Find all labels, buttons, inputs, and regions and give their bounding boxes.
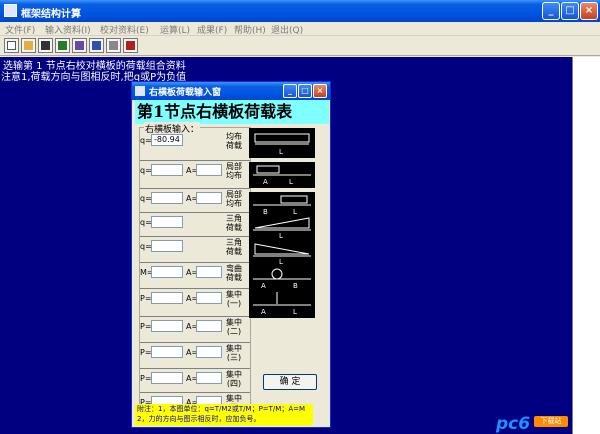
load-value-input[interactable] <box>151 240 183 252</box>
load-value-input[interactable] <box>151 292 183 304</box>
load-type-label: 三角 荷载 <box>226 238 242 256</box>
load-type-label: 集中 (一) <box>226 290 242 308</box>
menu-results[interactable]: 成果(F) <box>197 23 227 36</box>
load-field-label: q= <box>140 136 152 145</box>
load-type-label: 集中 (四) <box>226 370 242 388</box>
dialog-maximize-button[interactable]: □ <box>298 84 312 98</box>
svg-text:A: A <box>261 308 266 316</box>
row-divider <box>140 160 250 161</box>
load-type-label: 集中 (二) <box>226 318 242 336</box>
load-value-input[interactable] <box>151 266 183 278</box>
maximize-button[interactable]: □ <box>561 2 579 20</box>
row-divider <box>140 316 250 317</box>
load-value-input[interactable] <box>151 372 183 384</box>
load-type-label: 均布 荷载 <box>226 132 242 150</box>
minimize-button[interactable]: _ <box>542 2 560 20</box>
load-input-dialog: 右横板荷载输入窗 _ □ × 第1节点右横板荷载表 右横板输入： q= -80.9… <box>131 81 331 428</box>
app-title: 框架结构计算 <box>21 9 81 20</box>
load-type-label: 弯曲 荷载 <box>226 264 242 282</box>
point-load-diagram: AL <box>249 290 315 318</box>
svg-text:A: A <box>263 178 268 186</box>
distance-input[interactable] <box>196 320 222 332</box>
partial-load-diagram-1: AL <box>249 162 315 188</box>
svg-text:L: L <box>289 178 293 186</box>
load-field-label: q= <box>140 218 152 227</box>
distance-input[interactable] <box>196 192 222 204</box>
menu-bar: 文件(F) 输入资料(I) 校对资料(E) 运算(L) 成果(F) 帮助(H) … <box>0 22 600 36</box>
row-divider <box>140 368 250 369</box>
distance-input[interactable] <box>196 372 222 384</box>
arrow-icon[interactable] <box>55 38 70 53</box>
load-type-label: 局部 均布 <box>226 190 242 208</box>
menu-help[interactable]: 帮助(H) <box>234 23 266 36</box>
row-divider <box>140 392 250 393</box>
load-field-label: P= <box>140 322 152 331</box>
footnote: 附注：1，本图单位：q=T/M2或T/M；P=T/M；A=M 2，力的方向与图示… <box>135 404 313 426</box>
row-divider <box>140 236 250 237</box>
watermark-brand: pc6 <box>496 414 531 434</box>
triangle-load-diagram-2: L <box>249 240 315 266</box>
uniform-load-diagram: L <box>249 128 315 158</box>
svg-text:A: A <box>261 282 266 290</box>
menu-file[interactable]: 文件(F) <box>5 23 35 36</box>
table-heading: 第1节点右横板荷载表 <box>135 100 329 124</box>
row-divider <box>140 342 250 343</box>
grid-icon[interactable] <box>89 38 104 53</box>
load-value-input[interactable] <box>151 164 183 176</box>
footnote-line-1: 附注：1，本图单位：q=T/M2或T/M；P=T/M；A=M <box>137 405 306 413</box>
load-value-input[interactable]: -80.94 <box>151 134 183 146</box>
menu-check-data[interactable]: 校对资料(E) <box>100 23 149 36</box>
load-value-input[interactable] <box>151 346 183 358</box>
menu-input-data[interactable]: 输入资料(I) <box>45 23 91 36</box>
dialog-titlebar: 右横板荷载输入窗 _ □ × <box>132 82 330 100</box>
dialog-close-button[interactable]: × <box>313 84 327 98</box>
svg-text:L: L <box>279 232 283 240</box>
load-field-label: P= <box>140 348 152 357</box>
watermark-logo: pc6 下载站 <box>496 414 568 434</box>
load-type-label: 局部 均布 <box>226 162 242 180</box>
book-icon[interactable] <box>123 38 138 53</box>
distance-input[interactable] <box>196 266 222 278</box>
load-field-label: P= <box>140 294 152 303</box>
svg-text:L: L <box>293 308 297 316</box>
app-icon <box>4 4 17 17</box>
svg-text:L: L <box>279 148 283 156</box>
app-titlebar: 框架结构计算 _ □ × <box>0 0 600 22</box>
load-field-label: q= <box>140 194 152 203</box>
triangle-load-diagram-1: L <box>249 214 315 240</box>
footnote-line-2: 2，力的方向与图示相反时，应加负号。 <box>137 415 261 423</box>
load-field-label: q= <box>140 242 152 251</box>
load-type-label: 集中 (三) <box>226 344 242 362</box>
load-value-input[interactable] <box>151 216 183 228</box>
side-panel <box>572 57 600 434</box>
load-value-input[interactable] <box>151 320 183 332</box>
structure-icon[interactable] <box>72 38 87 53</box>
watermark-badge: 下载站 <box>534 416 568 427</box>
load-field-label: q= <box>140 166 152 175</box>
close-button[interactable]: × <box>580 2 598 20</box>
print-icon[interactable] <box>106 38 121 53</box>
load-value-input[interactable] <box>151 192 183 204</box>
ok-button[interactable]: 确 定 <box>263 374 317 390</box>
load-type-label: 三角 荷载 <box>226 214 242 232</box>
distance-input[interactable] <box>196 292 222 304</box>
toolbar <box>0 36 600 56</box>
open-folder-icon[interactable] <box>21 38 36 53</box>
dialog-minimize-button[interactable]: _ <box>283 84 297 98</box>
distance-input[interactable] <box>196 164 222 176</box>
distance-input[interactable] <box>196 346 222 358</box>
new-file-icon[interactable] <box>4 38 19 53</box>
moment-load-diagram: AB <box>249 264 315 290</box>
svg-text:B: B <box>293 282 298 290</box>
row-divider <box>140 212 250 213</box>
row-divider <box>140 262 250 263</box>
menu-exit[interactable]: 退出(Q) <box>271 23 303 36</box>
load-field-label: P= <box>140 374 152 383</box>
dialog-title: 右横板荷载输入窗 <box>149 88 222 98</box>
save-icon[interactable] <box>38 38 53 53</box>
row-divider <box>140 188 250 189</box>
dialog-icon <box>135 86 145 96</box>
menu-calculate[interactable]: 运算(L) <box>160 23 190 36</box>
row-divider <box>140 288 250 289</box>
